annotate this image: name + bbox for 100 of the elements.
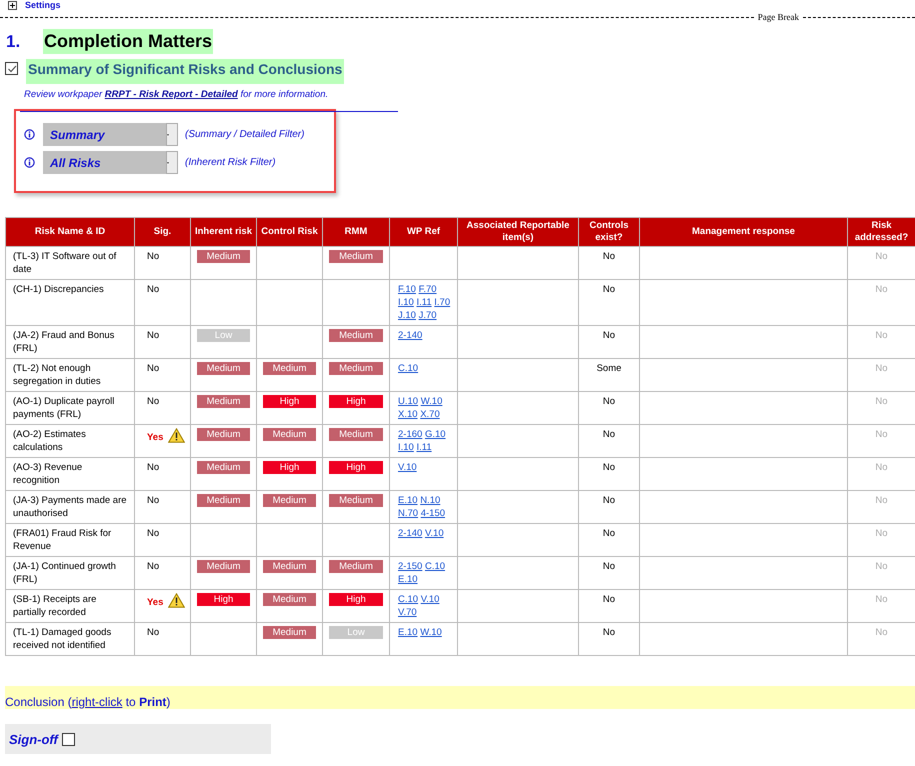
wp-ref-link[interactable]: C.10	[424, 561, 446, 572]
risk-name: (AO-2) Estimates calculations	[13, 429, 86, 453]
rating-badge: Medium	[197, 494, 250, 507]
significance: No	[147, 396, 160, 407]
risk-addressed: No	[875, 330, 888, 341]
wp-ref-link[interactable]: J.10	[398, 310, 416, 321]
info-icon[interactable]	[24, 157, 35, 168]
controls-exist: No	[602, 462, 616, 473]
wp-ref-link[interactable]: 4-150	[420, 508, 446, 519]
review-note: Review workpaper RRPT - Risk Report - Detailed for more information.	[24, 89, 330, 100]
rating-badge: Medium	[197, 395, 250, 408]
rating-badge: High	[329, 461, 383, 474]
wp-ref-link[interactable]: C.10	[398, 594, 418, 605]
rating-badge: Medium	[329, 329, 383, 342]
risk-addressed: No	[875, 396, 888, 407]
wp-ref-link[interactable]: W.10	[420, 396, 442, 407]
column-header: WP Ref	[390, 218, 458, 246]
workpaper-link[interactable]: RRPT - Risk Report - Detailed	[104, 89, 238, 100]
column-header: Risk addressed?	[848, 218, 915, 246]
rating-badge: High	[263, 461, 316, 474]
wp-ref-link[interactable]: 2-140	[398, 330, 422, 341]
right-click-link[interactable]: right-click	[72, 695, 122, 709]
wp-ref-link[interactable]: I.10	[398, 297, 414, 308]
sign-off-checkbox[interactable]	[62, 732, 75, 746]
wp-ref-link[interactable]: I.11	[416, 442, 432, 453]
wp-ref-link[interactable]: 2-140	[398, 528, 422, 539]
wp-ref-link[interactable]: I.70	[434, 297, 450, 308]
wp-ref-link[interactable]: 2-150	[398, 561, 422, 572]
wp-ref-link[interactable]: V.70	[398, 607, 417, 618]
warning-icon	[168, 593, 186, 608]
risk-name: (TL-3) IT Software out of date	[13, 251, 116, 275]
wp-ref-link[interactable]: I.10	[398, 442, 414, 453]
section-number: 1.	[6, 32, 22, 52]
wp-ref-link[interactable]: E.10	[398, 627, 418, 638]
info-icon[interactable]	[24, 129, 35, 140]
rating-badge: Medium	[329, 494, 383, 507]
significance: No	[147, 462, 160, 473]
rating-badge: Medium	[263, 428, 316, 441]
wp-ref-link[interactable]: U.10	[398, 396, 418, 407]
filter-hint: (Summary / Detailed Filter)	[185, 129, 304, 140]
wp-ref-link[interactable]: X.10	[398, 409, 418, 420]
controls-exist: No	[602, 251, 616, 262]
risk-name: (CH-1) Discrepancies	[13, 284, 104, 295]
risk-name: (JA-1) Continued growth (FRL)	[13, 561, 116, 585]
risk-addressed: No	[875, 495, 888, 506]
column-header: Associated Reportable item(s)	[458, 218, 578, 246]
rating-badge: Medium	[329, 250, 383, 263]
risk-name: (TL-1) Damaged goods received not identified	[13, 627, 112, 651]
rating-badge: Medium	[329, 560, 383, 573]
wp-ref-link[interactable]: W.10	[420, 627, 442, 638]
risk-name: (JA-2) Fraud and Bonus (FRL)	[13, 330, 114, 354]
significance: Yes	[147, 432, 164, 443]
rating-badge: Medium	[263, 362, 316, 375]
risk-name: (AO-3) Revenue recognition	[13, 462, 82, 486]
wp-ref-link[interactable]: C.10	[398, 363, 418, 374]
rating-badge: Medium	[197, 250, 250, 263]
significance: No	[147, 627, 160, 638]
wp-ref-link[interactable]: E.10	[398, 495, 418, 506]
rating-badge: Medium	[197, 362, 250, 375]
section-title: Completion Matters	[43, 29, 214, 54]
column-header: Control Risk	[256, 218, 322, 246]
wp-ref-link[interactable]: N.70	[398, 508, 418, 519]
wp-ref-link[interactable]: G.10	[424, 429, 446, 440]
column-header: Inherent risk	[190, 218, 256, 246]
significance: Yes	[147, 597, 164, 608]
rating-badge: Medium	[329, 362, 383, 375]
risk-addressed: No	[875, 561, 888, 572]
controls-exist: No	[602, 495, 616, 506]
wp-ref-link[interactable]: 2-160	[398, 429, 422, 440]
risk-addressed: No	[875, 363, 888, 374]
significance: No	[147, 284, 160, 295]
sign-off-label: Sign-off	[9, 732, 58, 746]
risk-name: (SB-1) Receipts are partially recorded	[13, 594, 96, 618]
wp-ref-link[interactable]: F.10	[398, 284, 416, 295]
checkbox[interactable]	[5, 62, 18, 75]
rating-badge: Medium	[263, 626, 316, 639]
wp-ref-link[interactable]: E.10	[398, 574, 418, 585]
wp-ref-link[interactable]: J.70	[418, 310, 437, 321]
significance: No	[147, 561, 160, 572]
settings-link[interactable]: Settings	[25, 0, 61, 11]
wp-ref-link[interactable]: V.10	[398, 462, 417, 473]
risk-addressed: No	[875, 462, 888, 473]
controls-exist: No	[602, 330, 616, 341]
risk-name: (FRA01) Fraud Risk for Revenue	[13, 528, 112, 552]
significance: No	[147, 363, 160, 374]
expand-icon[interactable]	[8, 1, 17, 10]
wp-ref-link[interactable]: F.70	[418, 284, 437, 295]
risk-addressed: No	[875, 284, 888, 295]
conclusion-text: Conclusion (right-click to Print)	[5, 695, 170, 709]
rating-badge: Medium	[197, 560, 250, 573]
risk-name: (JA-3) Payments made are unauthorised	[13, 495, 127, 519]
controls-exist: No	[602, 284, 616, 295]
wp-ref-link[interactable]: V.10	[424, 528, 444, 539]
wp-ref-link[interactable]: I.11	[416, 297, 432, 308]
wp-ref-link[interactable]: V.10	[420, 594, 440, 605]
wp-ref-link[interactable]: X.70	[420, 409, 440, 420]
risk-addressed: No	[875, 251, 888, 262]
rating-badge: Medium	[329, 428, 383, 441]
rating-badge: Medium	[263, 560, 316, 573]
wp-ref-link[interactable]: N.10	[420, 495, 440, 506]
